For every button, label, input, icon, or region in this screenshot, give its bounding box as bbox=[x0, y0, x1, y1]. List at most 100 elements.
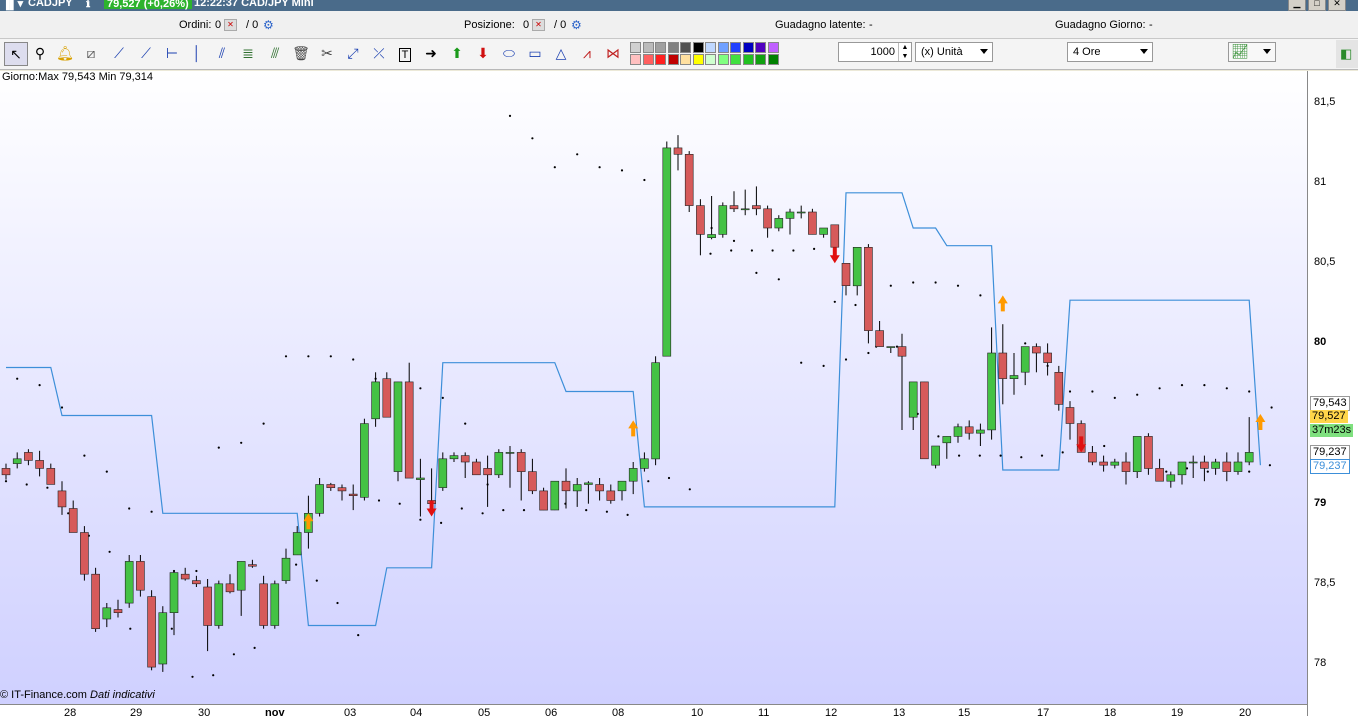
resistance-dot bbox=[217, 446, 220, 449]
color-swatch[interactable] bbox=[667, 54, 679, 65]
vertical-line-icon[interactable]: │ bbox=[186, 42, 208, 64]
candle-body bbox=[1088, 452, 1097, 463]
color-swatch[interactable] bbox=[730, 42, 741, 53]
chevron-down-icon bbox=[980, 49, 988, 54]
price-chart[interactable]: Giorno:Max 79,543 Min 79,314 © IT-Financ… bbox=[0, 71, 1307, 704]
color-swatch[interactable] bbox=[717, 54, 729, 65]
minimize-icon[interactable]: ▁ bbox=[1288, 0, 1306, 11]
color-swatch[interactable] bbox=[692, 42, 704, 53]
cross-line-icon[interactable]: ⤫ bbox=[368, 42, 390, 64]
arrow-right-icon[interactable]: ➜ bbox=[420, 42, 442, 64]
orders-cancel-icon[interactable]: ✕ bbox=[222, 19, 237, 32]
time-tick-label: 17 bbox=[1037, 707, 1050, 716]
position-value: 0 bbox=[523, 19, 530, 31]
regression-icon[interactable]: ⫻ bbox=[264, 42, 286, 64]
ruler-icon[interactable]: ⧄ bbox=[80, 42, 102, 64]
candle-body bbox=[628, 468, 638, 482]
candle-body bbox=[281, 557, 291, 581]
candle-body bbox=[640, 458, 649, 469]
resistance-dot bbox=[800, 361, 803, 364]
color-swatch[interactable] bbox=[692, 54, 704, 65]
support-dot bbox=[813, 247, 816, 250]
triangle-icon[interactable]: △ bbox=[550, 42, 572, 64]
color-swatch[interactable] bbox=[655, 42, 666, 53]
candle-body bbox=[225, 583, 235, 593]
color-swatch[interactable] bbox=[742, 42, 754, 53]
candle-body bbox=[1166, 474, 1176, 482]
support-dot bbox=[1103, 444, 1106, 448]
info-icon[interactable]: ℹ bbox=[86, 0, 90, 10]
color-swatch[interactable] bbox=[655, 54, 666, 65]
candle-body bbox=[920, 381, 929, 460]
candle-body bbox=[192, 580, 201, 585]
ray-icon[interactable]: ⟋ bbox=[135, 42, 157, 64]
price-axis[interactable]: 81,5 81 80,5 80 79 78,5 78 79,543 79,527 37m23… bbox=[1307, 71, 1358, 716]
maximize-icon[interactable]: □ bbox=[1308, 0, 1326, 11]
color-swatch[interactable] bbox=[642, 42, 654, 53]
trendline-icon[interactable]: ⟋ bbox=[108, 42, 130, 64]
fibonacci-icon[interactable]: ≣ bbox=[237, 42, 259, 64]
position-settings-gear-icon[interactable]: ⚙ bbox=[571, 19, 583, 31]
support-dot bbox=[212, 674, 215, 677]
color-swatch[interactable] bbox=[742, 54, 754, 65]
candle-body bbox=[169, 572, 179, 614]
color-swatch[interactable] bbox=[642, 54, 654, 65]
side-panel-toggle[interactable]: ◧ bbox=[1336, 40, 1358, 68]
color-swatch[interactable] bbox=[755, 42, 766, 53]
close-icon[interactable]: ✕ bbox=[1328, 0, 1346, 11]
color-swatch[interactable] bbox=[767, 42, 779, 53]
color-swatch[interactable] bbox=[680, 54, 691, 65]
measure-icon[interactable]: ✂ bbox=[316, 42, 338, 64]
support-dot bbox=[398, 502, 401, 505]
alert-bell-icon[interactable]: 🔔︎ bbox=[54, 42, 76, 64]
unit-select[interactable]: (x) Unità bbox=[915, 42, 993, 62]
color-swatch[interactable] bbox=[705, 42, 716, 53]
arrow-up-green-icon[interactable]: ⬆ bbox=[446, 42, 468, 64]
time-axis[interactable]: 28 29 30 nov 03 04 05 06 08 10 11 12 13 15 17 18 19 20 bbox=[0, 704, 1307, 716]
pattern-icon[interactable]: ⋈ bbox=[602, 42, 624, 64]
color-swatch[interactable] bbox=[630, 54, 641, 65]
resistance-dot bbox=[822, 364, 825, 367]
color-swatch[interactable] bbox=[705, 54, 716, 65]
timeframe-select[interactable]: 4 Ore bbox=[1067, 42, 1153, 62]
symbol-label[interactable]: CADJPY bbox=[28, 0, 73, 9]
candle-body bbox=[785, 211, 795, 219]
color-swatch[interactable] bbox=[667, 42, 679, 53]
pointer-icon[interactable]: ↖ bbox=[4, 42, 28, 66]
color-swatch[interactable] bbox=[767, 54, 779, 65]
quantity-stepper[interactable]: ▲ ▼ bbox=[898, 43, 911, 61]
color-swatch[interactable] bbox=[680, 42, 691, 53]
resistance-dot bbox=[620, 169, 624, 172]
quantity-input[interactable]: 1000 ▲ ▼ bbox=[838, 42, 912, 62]
ellipse-icon[interactable]: ⬭ bbox=[498, 42, 520, 64]
arrow-line-icon[interactable]: ⤢ bbox=[342, 42, 364, 64]
rectangle-icon[interactable]: ▭ bbox=[524, 42, 546, 64]
price-tick-label: 78 bbox=[1314, 657, 1327, 669]
support-dot bbox=[647, 480, 650, 483]
resistance-dot bbox=[956, 284, 960, 287]
candle-body bbox=[326, 484, 336, 489]
zoom-icon[interactable]: ⚲ bbox=[29, 42, 51, 64]
time-tick-label: 19 bbox=[1171, 707, 1184, 716]
orders-settings-gear-icon[interactable]: ⚙ bbox=[263, 19, 275, 31]
color-swatch[interactable] bbox=[730, 54, 741, 65]
text-icon[interactable]: T bbox=[394, 42, 416, 64]
resistance-dot bbox=[128, 507, 131, 510]
chart-type-select[interactable]: 📈︎ bbox=[1228, 42, 1276, 62]
candle-body bbox=[236, 561, 246, 591]
candle-body bbox=[953, 426, 963, 437]
position-close-icon[interactable]: ✕ bbox=[530, 19, 545, 32]
delete-icon[interactable]: 🗑︎ bbox=[290, 42, 312, 64]
zigzag-icon[interactable]: ⩘ bbox=[576, 42, 598, 64]
quantity-value: 1000 bbox=[870, 46, 895, 58]
window-menu-icon[interactable]: ▐▌▾ bbox=[2, 0, 23, 10]
arrow-down-red-icon[interactable]: ⬇ bbox=[472, 42, 494, 64]
color-swatch[interactable] bbox=[717, 42, 729, 53]
color-swatch[interactable] bbox=[755, 54, 766, 65]
unrealized-pnl-value: - bbox=[869, 19, 873, 31]
color-swatch[interactable] bbox=[630, 42, 641, 53]
candle-body bbox=[57, 490, 67, 508]
horizontal-line-icon[interactable]: ⊢ bbox=[161, 42, 183, 64]
support-dot bbox=[191, 675, 194, 678]
parallel-channel-icon[interactable]: ⫽ bbox=[211, 42, 233, 64]
